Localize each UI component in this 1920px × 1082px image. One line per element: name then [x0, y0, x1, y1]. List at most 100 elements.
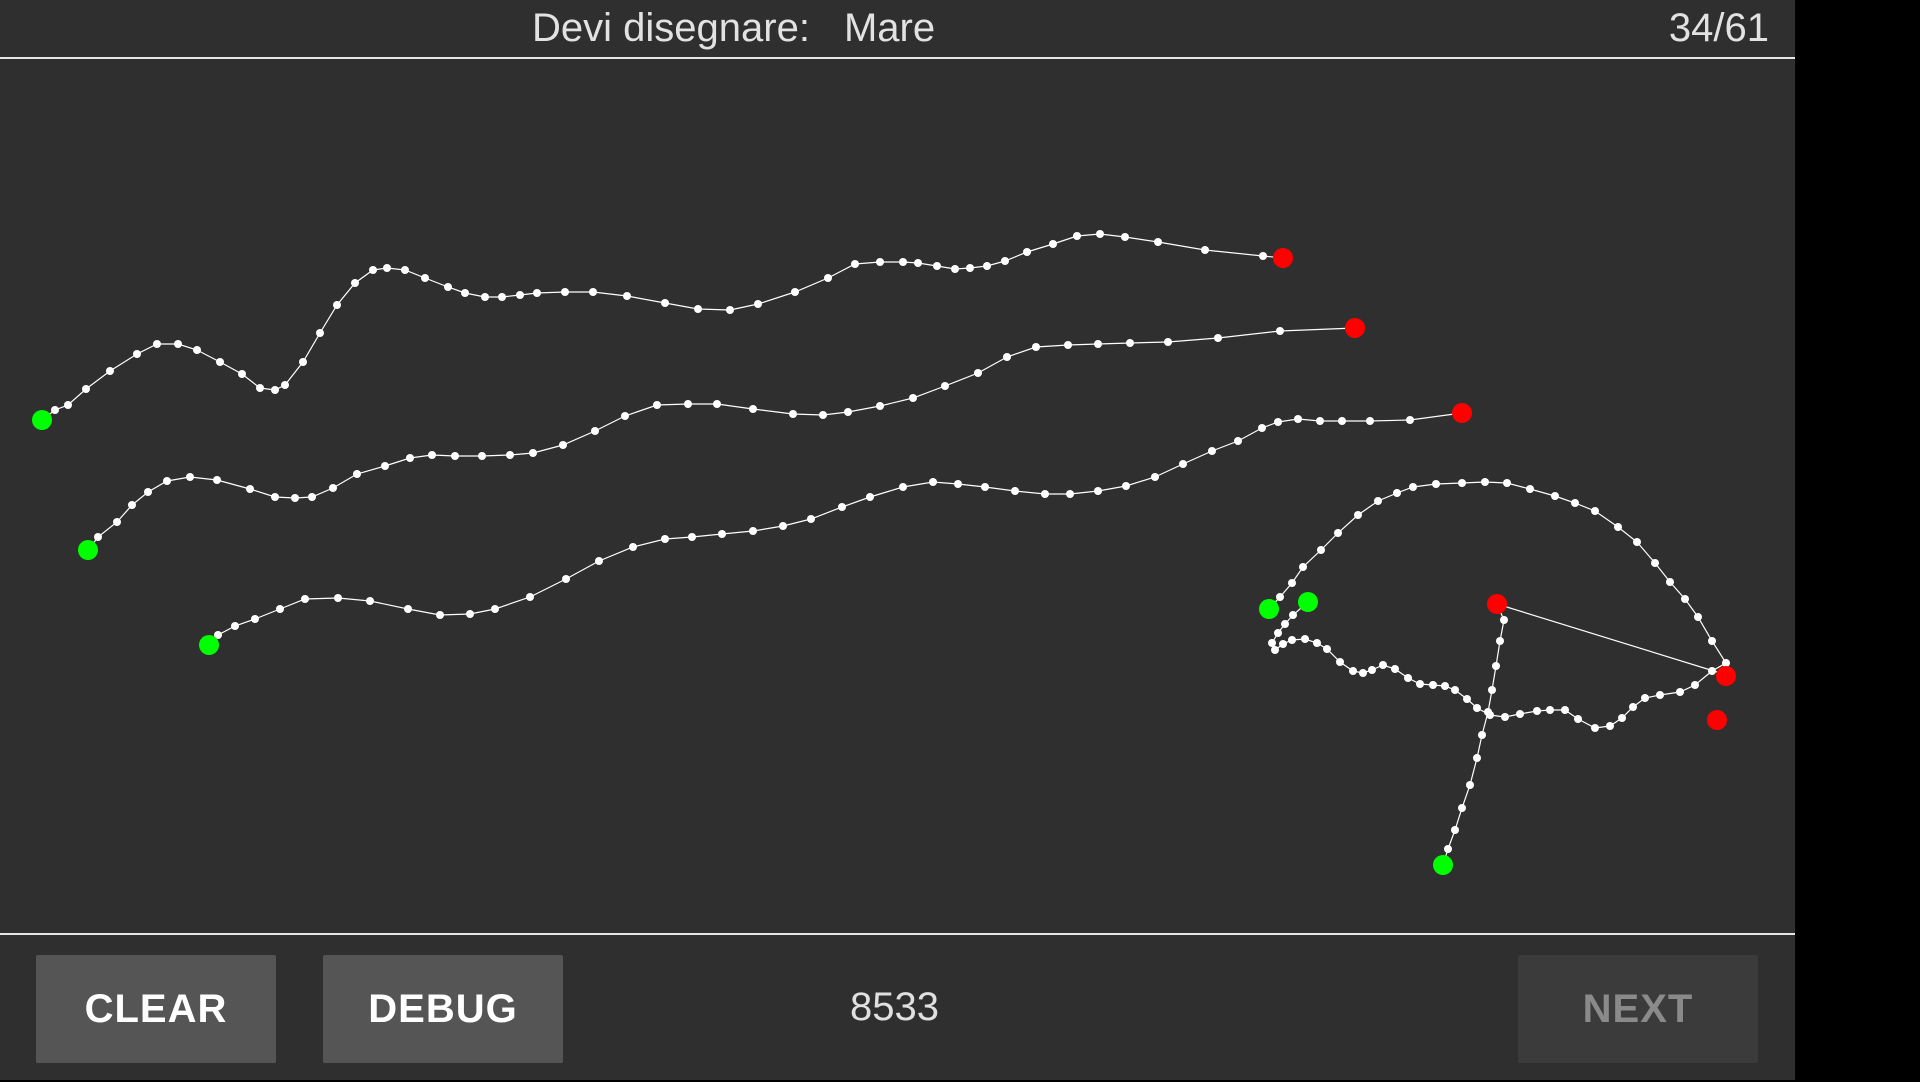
- stroke-point: [1618, 714, 1626, 722]
- stroke-point: [461, 289, 469, 297]
- stroke-point: [1629, 703, 1637, 711]
- stroke-line-1: [87, 327, 1356, 551]
- stroke-point: [82, 385, 90, 393]
- stroke-point: [1032, 343, 1040, 351]
- stroke-point: [1404, 674, 1412, 682]
- stroke-point: [106, 367, 114, 375]
- stroke-point: [1359, 669, 1367, 677]
- stroke-point: [1503, 479, 1511, 487]
- stroke-point: [1122, 482, 1130, 490]
- stroke-point: [1094, 487, 1102, 495]
- stroke-point: [824, 274, 832, 282]
- stroke-end-marker: [1452, 403, 1472, 423]
- stroke-point: [807, 515, 815, 523]
- stroke-point: [749, 405, 757, 413]
- stroke-point: [1336, 658, 1344, 666]
- stroke-point: [1458, 479, 1466, 487]
- clear-button[interactable]: CLEAR: [36, 955, 276, 1063]
- stroke-point: [1003, 353, 1011, 361]
- stroke-point: [1606, 722, 1614, 730]
- stroke-point: [1526, 485, 1534, 493]
- stroke-point: [1676, 688, 1684, 696]
- stroke-point: [1441, 682, 1449, 690]
- stroke-point: [51, 406, 59, 414]
- stroke-point: [726, 306, 734, 314]
- stroke-point: [791, 288, 799, 296]
- stroke-point: [1301, 635, 1309, 643]
- stroke-point: [1488, 686, 1496, 694]
- stroke-point: [1451, 826, 1459, 834]
- stroke-point: [369, 266, 377, 274]
- stroke-point: [133, 350, 141, 358]
- stroke-point: [1463, 695, 1471, 703]
- stroke-point: [1458, 804, 1466, 812]
- stroke-point: [1271, 646, 1279, 654]
- stroke-point: [383, 264, 391, 272]
- stroke-point: [1334, 529, 1342, 537]
- stroke-point: [1317, 546, 1325, 554]
- stroke-point: [481, 293, 489, 301]
- stroke-point: [954, 480, 962, 488]
- stroke-point: [966, 264, 974, 272]
- stroke-point: [94, 533, 102, 541]
- stroke-point: [1066, 490, 1074, 498]
- stroke-point: [186, 473, 194, 481]
- stroke-point: [451, 452, 459, 460]
- stroke-start-marker: [1298, 592, 1318, 612]
- stroke-point: [1561, 706, 1569, 714]
- stroke-point: [153, 340, 161, 348]
- stroke-point: [1501, 713, 1509, 721]
- stroke-point: [1274, 629, 1282, 637]
- drawing-svg[interactable]: [0, 59, 1795, 933]
- stroke-point: [621, 412, 629, 420]
- stroke-point: [1473, 704, 1481, 712]
- stroke-point: [1546, 706, 1554, 714]
- stroke-point: [1393, 489, 1401, 497]
- stroke-point: [1126, 339, 1134, 347]
- stroke-point: [749, 527, 757, 535]
- stroke-point: [629, 543, 637, 551]
- stroke-point: [526, 593, 534, 601]
- stroke-point: [789, 410, 797, 418]
- stroke-point: [1349, 667, 1357, 675]
- stroke-point: [1281, 620, 1289, 628]
- stroke-point: [1268, 639, 1276, 647]
- stroke-point: [1656, 691, 1664, 699]
- debug-button[interactable]: DEBUG: [323, 955, 563, 1063]
- stroke-point: [1551, 492, 1559, 500]
- stroke-point: [562, 575, 570, 583]
- stroke-point: [1641, 694, 1649, 702]
- stroke-point: [688, 533, 696, 541]
- stroke-point: [466, 610, 474, 618]
- stroke-point: [1571, 499, 1579, 507]
- next-button[interactable]: NEXT: [1518, 955, 1758, 1063]
- prompt-word: Mare: [843, 6, 936, 50]
- stroke-point: [1574, 715, 1582, 723]
- drawing-canvas[interactable]: [0, 59, 1795, 933]
- stroke-point: [851, 260, 859, 268]
- stroke-point: [506, 451, 514, 459]
- score-value: 8533: [850, 985, 939, 1029]
- stroke-point: [163, 477, 171, 485]
- stroke-point: [1481, 478, 1489, 486]
- stroke-point: [933, 262, 941, 270]
- stroke-point: [1500, 616, 1508, 624]
- stroke-start-marker: [1259, 599, 1279, 619]
- stroke-point: [276, 605, 284, 613]
- stroke-point: [428, 451, 436, 459]
- stroke-point: [299, 358, 307, 366]
- stroke-point: [1041, 490, 1049, 498]
- header-bar: Devi disegnare: Mare 34/61: [0, 0, 1795, 59]
- stroke-point: [478, 452, 486, 460]
- stroke-point: [653, 401, 661, 409]
- stroke-point: [1279, 640, 1287, 648]
- stroke-line-0: [41, 233, 1284, 421]
- stroke-point: [1633, 538, 1641, 546]
- stroke-point: [193, 346, 201, 354]
- stroke-point: [1289, 611, 1297, 619]
- stroke-point: [444, 283, 452, 291]
- stroke-point: [1001, 257, 1009, 265]
- stroke-point: [561, 288, 569, 296]
- stroke-start-marker: [199, 635, 219, 655]
- footer-bar: CLEAR DEBUG 8533 NEXT: [0, 933, 1795, 1082]
